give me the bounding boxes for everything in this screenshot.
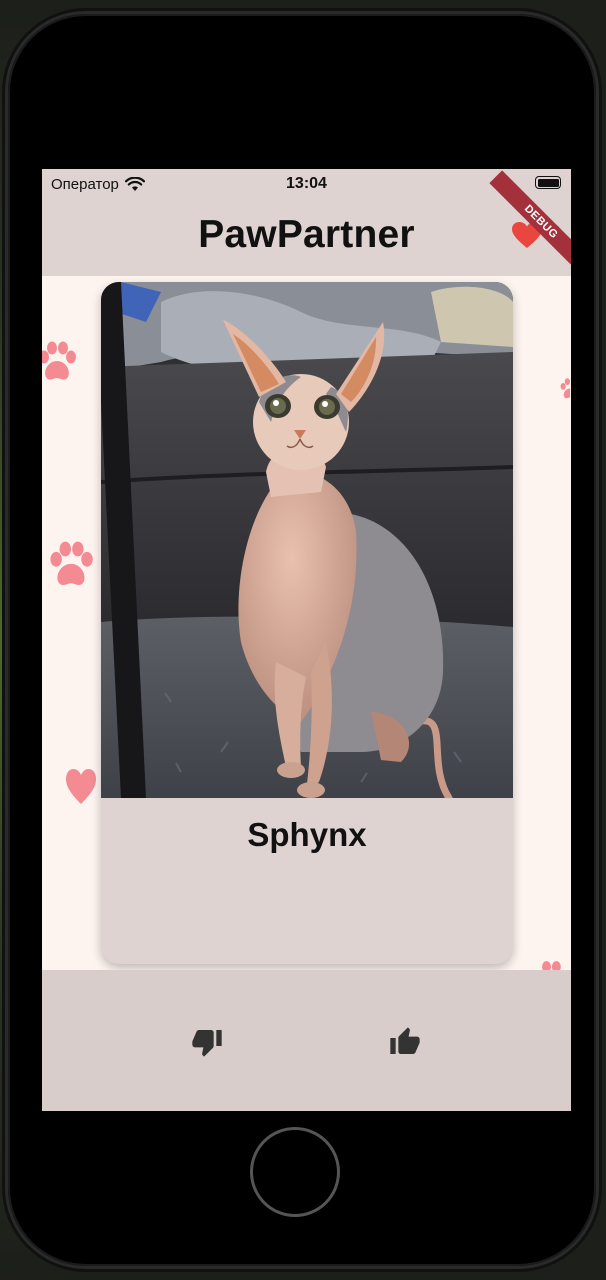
thumbs-down-icon	[192, 1030, 222, 1057]
app-bar: PawPartner 2 DEBUG	[42, 170, 571, 276]
breed-name: Sphynx	[247, 816, 367, 853]
pet-card[interactable]: Sphynx	[101, 282, 513, 964]
pet-photo	[101, 282, 513, 798]
dislike-button[interactable]	[187, 1022, 227, 1062]
home-button[interactable]	[250, 1127, 340, 1217]
battery-icon	[535, 176, 561, 189]
action-bar	[42, 970, 571, 1111]
heart-decoration-icon	[66, 769, 96, 804]
paw-print-icon	[50, 541, 93, 586]
app-screen: Оператор 13:04 PawPartner 2 DEBUG	[42, 169, 571, 1111]
paw-print-icon	[42, 341, 76, 380]
paw-print-icon	[560, 378, 570, 399]
like-button[interactable]	[385, 1022, 425, 1062]
thumbs-up-icon	[390, 1027, 420, 1054]
app-title: PawPartner	[198, 213, 415, 256]
